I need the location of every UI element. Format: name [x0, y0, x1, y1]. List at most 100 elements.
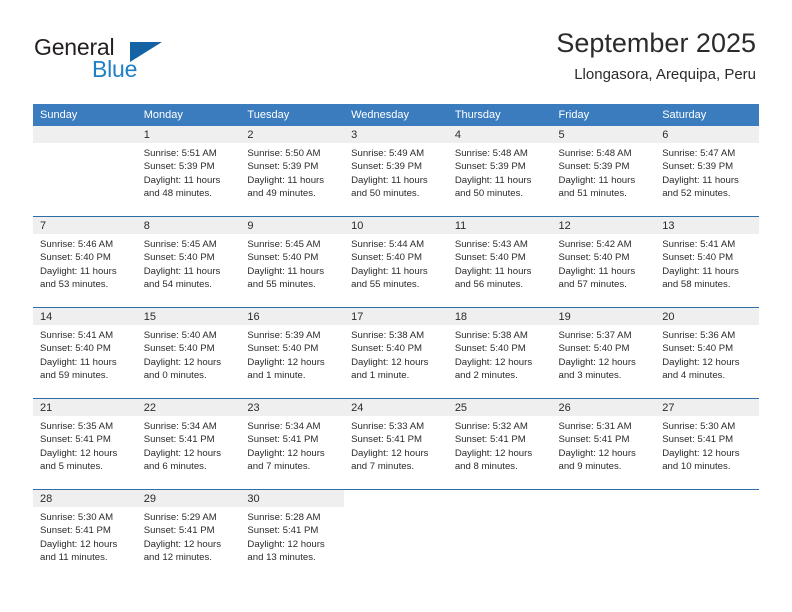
day-sun-info: Sunrise: 5:48 AM Sunset: 5:39 PM Daylight:… — [448, 143, 552, 201]
calendar-day-cell[interactable]: 1 Sunrise: 5:51 AM Sunset: 5:39 PM Daylight… — [136, 126, 241, 217]
day-sun-info: Sunrise: 5:48 AM Sunset: 5:39 PM Daylight:… — [552, 143, 656, 201]
calendar-day-cell[interactable]: 19 Sunrise: 5:37 AM Sunset: 5:40 PM Dayligh… — [551, 307, 656, 399]
calendar-day-cell[interactable]: 13 Sunrise: 5:41 AM Sunset: 5:40 PM Dayligh… — [655, 216, 759, 308]
day-sun-info — [552, 507, 656, 511]
calendar-day-cell[interactable]: 18 Sunrise: 5:38 AM Sunset: 5:40 PM Dayligh… — [447, 307, 552, 399]
day-cell-content: 14 Sunrise: 5:41 AM Sunset: 5:40 PM Dayligh… — [33, 308, 137, 398]
day-cell-content: 20 Sunrise: 5:36 AM Sunset: 5:40 PM Dayligh… — [655, 308, 759, 398]
sunset-time: Sunset: 5:41 PM — [40, 434, 111, 446]
day-cell-content: 25 Sunrise: 5:32 AM Sunset: 5:41 PM Dayligh… — [447, 399, 552, 489]
calendar-week-row: 1 Sunrise: 5:51 AM Sunset: 5:39 PM Daylight… — [33, 126, 759, 217]
calendar-day-cell[interactable]: 14 Sunrise: 5:41 AM Sunset: 5:40 PM Dayligh… — [33, 307, 137, 399]
calendar-day-cell[interactable]: 24 Sunrise: 5:33 AM Sunset: 5:41 PM Dayligh… — [344, 398, 448, 490]
day-number: 11 — [447, 217, 552, 234]
weekday-header-saturday: Saturday — [655, 104, 759, 126]
calendar-day-cell[interactable]: 4 Sunrise: 5:48 AM Sunset: 5:39 PM Daylight… — [447, 126, 552, 217]
day-cell-content — [33, 126, 137, 216]
daylight-duration-line2: and 48 minutes. — [143, 188, 212, 200]
day-cell-content: 4 Sunrise: 5:48 AM Sunset: 5:39 PM Daylight… — [447, 126, 552, 216]
sunrise-time: Sunrise: 5:41 AM — [662, 239, 736, 250]
sunrise-time: Sunrise: 5:33 AM — [351, 421, 425, 432]
calendar-day-cell — [655, 489, 759, 580]
day-number: 29 — [136, 490, 241, 507]
daylight-duration-line1: Daylight: 12 hours — [558, 447, 636, 459]
calendar-day-cell[interactable]: 8 Sunrise: 5:45 AM Sunset: 5:40 PM Daylight… — [136, 216, 241, 308]
day-sun-info: Sunrise: 5:31 AM Sunset: 5:41 PM Daylight:… — [552, 416, 656, 474]
calendar-day-cell[interactable]: 29 Sunrise: 5:29 AM Sunset: 5:41 PM Dayligh… — [136, 489, 241, 580]
calendar-day-cell[interactable]: 21 Sunrise: 5:35 AM Sunset: 5:41 PM Dayligh… — [33, 398, 137, 490]
general-blue-logo[interactable]: General Blue — [34, 34, 214, 86]
calendar-day-cell[interactable]: 5 Sunrise: 5:48 AM Sunset: 5:39 PM Daylight… — [551, 126, 656, 217]
sunset-time: Sunset: 5:40 PM — [454, 343, 526, 355]
day-number — [33, 126, 137, 143]
sunrise-time: Sunrise: 5:35 AM — [40, 421, 114, 432]
day-number: 17 — [344, 308, 448, 325]
day-number: 18 — [447, 308, 552, 325]
day-number: 5 — [551, 126, 656, 143]
day-cell-content: 2 Sunrise: 5:50 AM Sunset: 5:39 PM Daylight… — [240, 126, 345, 216]
sunset-time: Sunset: 5:40 PM — [40, 252, 111, 264]
sunrise-time: Sunrise: 5:38 AM — [351, 330, 425, 341]
day-number: 13 — [655, 217, 759, 234]
day-cell-content — [551, 490, 656, 580]
calendar-day-cell[interactable]: 11 Sunrise: 5:43 AM Sunset: 5:40 PM Dayligh… — [447, 216, 552, 308]
daylight-duration-line1: Daylight: 12 hours — [454, 447, 533, 459]
calendar-day-cell[interactable]: 27 Sunrise: 5:30 AM Sunset: 5:41 PM Dayligh… — [655, 398, 759, 490]
calendar-day-cell[interactable]: 25 Sunrise: 5:32 AM Sunset: 5:41 PM Dayligh… — [447, 398, 552, 490]
calendar-day-cell[interactable]: 2 Sunrise: 5:50 AM Sunset: 5:39 PM Daylight… — [240, 126, 345, 217]
daylight-duration-line1: Daylight: 12 hours — [40, 538, 118, 550]
daylight-duration-line1: Daylight: 11 hours — [351, 265, 428, 277]
calendar-header-row: Sunday Monday Tuesday Wednesday Thursday Frid… — [33, 104, 759, 126]
calendar-day-cell[interactable]: 15 Sunrise: 5:40 AM Sunset: 5:40 PM Dayligh… — [136, 307, 241, 399]
calendar-day-cell — [33, 126, 137, 217]
calendar-day-cell[interactable]: 6 Sunrise: 5:47 AM Sunset: 5:39 PM Daylight… — [655, 126, 759, 217]
calendar-day-cell[interactable]: 10 Sunrise: 5:44 AM Sunset: 5:40 PM Dayligh… — [344, 216, 448, 308]
calendar-day-cell[interactable]: 26 Sunrise: 5:31 AM Sunset: 5:41 PM Dayligh… — [551, 398, 656, 490]
day-cell-content: 24 Sunrise: 5:33 AM Sunset: 5:41 PM Dayligh… — [344, 399, 448, 489]
calendar-day-cell[interactable]: 17 Sunrise: 5:38 AM Sunset: 5:40 PM Dayligh… — [344, 307, 448, 399]
daylight-duration-line2: and 0 minutes. — [143, 370, 207, 382]
day-cell-content: 16 Sunrise: 5:39 AM Sunset: 5:40 PM Dayligh… — [240, 308, 345, 398]
day-number: 14 — [33, 308, 137, 325]
day-cell-content: 19 Sunrise: 5:37 AM Sunset: 5:40 PM Dayligh… — [551, 308, 656, 398]
day-number — [655, 490, 759, 507]
day-number — [551, 490, 656, 507]
sunset-time: Sunset: 5:41 PM — [558, 434, 630, 446]
sunset-time: Sunset: 5:41 PM — [247, 434, 319, 446]
daylight-duration-line1: Daylight: 12 hours — [143, 538, 222, 550]
calendar-day-cell[interactable]: 9 Sunrise: 5:45 AM Sunset: 5:40 PM Daylight… — [240, 216, 345, 308]
sunset-time: Sunset: 5:40 PM — [454, 252, 526, 264]
page-title: September 2025 — [556, 28, 756, 58]
sunset-time: Sunset: 5:40 PM — [351, 252, 423, 264]
day-cell-content: 7 Sunrise: 5:46 AM Sunset: 5:40 PM Daylight… — [33, 217, 137, 307]
day-sun-info: Sunrise: 5:33 AM Sunset: 5:41 PM Daylight:… — [344, 416, 448, 474]
sunset-time: Sunset: 5:40 PM — [143, 252, 215, 264]
calendar-day-cell[interactable]: 3 Sunrise: 5:49 AM Sunset: 5:39 PM Daylight… — [344, 126, 448, 217]
day-cell-content: 26 Sunrise: 5:31 AM Sunset: 5:41 PM Dayligh… — [551, 399, 656, 489]
sunrise-time: Sunrise: 5:37 AM — [558, 330, 632, 341]
sunrise-time: Sunrise: 5:29 AM — [143, 512, 217, 523]
calendar-day-cell[interactable]: 30 Sunrise: 5:28 AM Sunset: 5:41 PM Dayligh… — [240, 489, 345, 580]
calendar-day-cell[interactable]: 12 Sunrise: 5:42 AM Sunset: 5:40 PM Dayligh… — [551, 216, 656, 308]
calendar-day-cell[interactable]: 22 Sunrise: 5:34 AM Sunset: 5:41 PM Dayligh… — [136, 398, 241, 490]
calendar-week-row: 21 Sunrise: 5:35 AM Sunset: 5:41 PM Dayligh… — [33, 398, 759, 490]
day-sun-info: Sunrise: 5:36 AM Sunset: 5:40 PM Daylight:… — [655, 325, 759, 383]
day-sun-info: Sunrise: 5:46 AM Sunset: 5:40 PM Daylight:… — [33, 234, 137, 292]
calendar-day-cell[interactable]: 16 Sunrise: 5:39 AM Sunset: 5:40 PM Dayligh… — [240, 307, 345, 399]
calendar-day-cell[interactable]: 28 Sunrise: 5:30 AM Sunset: 5:41 PM Dayligh… — [33, 489, 137, 580]
daylight-duration-line2: and 7 minutes. — [247, 461, 311, 473]
sunrise-time: Sunrise: 5:48 AM — [454, 148, 528, 159]
day-sun-info: Sunrise: 5:50 AM Sunset: 5:39 PM Daylight:… — [240, 143, 344, 201]
weekday-header-thursday: Thursday — [447, 104, 552, 126]
daylight-duration-line1: Daylight: 12 hours — [662, 447, 740, 459]
daylight-duration-line2: and 54 minutes. — [143, 279, 212, 291]
daylight-duration-line1: Daylight: 11 hours — [247, 174, 325, 186]
calendar-day-cell — [447, 489, 552, 580]
calendar-day-cell[interactable]: 23 Sunrise: 5:34 AM Sunset: 5:41 PM Dayligh… — [240, 398, 345, 490]
calendar-day-cell[interactable]: 7 Sunrise: 5:46 AM Sunset: 5:40 PM Daylight… — [33, 216, 137, 308]
daylight-duration-line2: and 55 minutes. — [351, 279, 420, 291]
sunrise-time: Sunrise: 5:42 AM — [558, 239, 632, 250]
calendar-day-cell — [344, 489, 448, 580]
calendar-page: General Blue September 2025 Llongasora, … — [0, 0, 792, 612]
calendar-day-cell[interactable]: 20 Sunrise: 5:36 AM Sunset: 5:40 PM Dayligh… — [655, 307, 759, 399]
